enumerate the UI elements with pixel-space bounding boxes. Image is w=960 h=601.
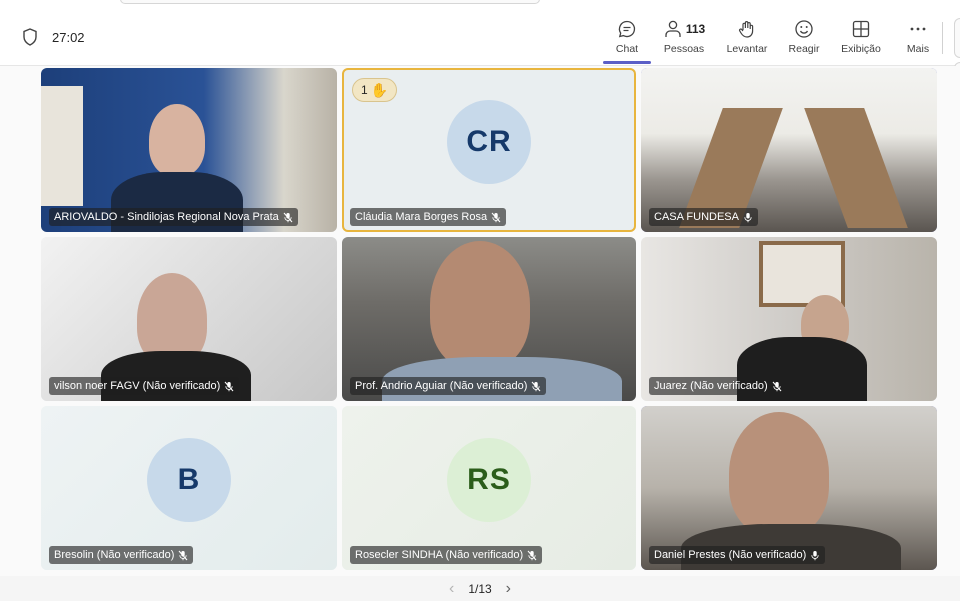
meeting-timer: 27:02 (22, 28, 85, 46)
people-icon (665, 20, 681, 37)
participant-name-badge: CASA FUNDESA (649, 208, 758, 226)
react-button[interactable]: Reagir (780, 12, 828, 60)
participant-name-badge: ARIOVALDO - Sindilojas Regional Nova Pra… (49, 208, 298, 226)
participant-tile[interactable]: 1 ✋ CR Cláudia Mara Borges Rosa (342, 68, 636, 232)
smiley-icon (795, 20, 813, 38)
mic-muted-icon (224, 381, 234, 391)
door-shape (41, 86, 83, 206)
next-page-button[interactable]: › (506, 580, 511, 598)
mic-on-icon (811, 550, 819, 560)
page-indicator: 1/13 (468, 581, 492, 596)
participant-tile[interactable]: B Bresolin (Não verificado) (41, 406, 337, 570)
people-count: 113 (685, 22, 706, 36)
participant-name: Daniel Prestes (Não verificado) (654, 549, 807, 561)
raise-hand-label: Levantar (726, 43, 768, 55)
window-tab-stub (120, 0, 540, 4)
participant-tile[interactable]: CASA FUNDESA (641, 68, 937, 232)
participant-name: Juarez (Não verificado) (654, 380, 768, 392)
participant-tile[interactable]: Prof. Andrio Aguiar (Não verificado) (342, 237, 636, 401)
more-label: Mais (906, 43, 930, 55)
participant-tile[interactable]: vilson noer FAGV (Não verificado) (41, 237, 337, 401)
more-button[interactable]: Mais (894, 12, 942, 60)
participant-tile[interactable]: Juarez (Não verificado) (641, 237, 937, 401)
participant-tile[interactable]: ARIOVALDO - Sindilojas Regional Nova Pra… (41, 68, 337, 232)
top-strip (0, 0, 960, 8)
shield-icon (23, 28, 37, 46)
raise-hand-icon (739, 21, 754, 38)
toolbar-divider (942, 22, 943, 54)
participant-tile[interactable]: Daniel Prestes (Não verificado) (641, 406, 937, 570)
side-control-stub[interactable] (954, 18, 960, 58)
participant-name-badge: vilson noer FAGV (Não verificado) (49, 377, 240, 395)
wall-logo (191, 106, 281, 128)
timer-text: 27:02 (52, 29, 85, 45)
prev-page-button[interactable]: ‹ (449, 580, 454, 598)
participant-name: vilson noer FAGV (Não verificado) (54, 380, 221, 392)
mic-muted-icon (532, 381, 541, 391)
mic-muted-icon (283, 212, 293, 222)
mic-muted-icon (491, 212, 501, 222)
mic-on-icon (744, 212, 752, 222)
participant-name-badge: Prof. Andrio Aguiar (Não verificado) (350, 377, 547, 395)
participant-name: Rosecler SINDHA (Não verificado) (355, 549, 524, 561)
raised-hand-icon: ✋ (370, 81, 389, 98)
participant-name: Prof. Andrio Aguiar (Não verificado) (355, 380, 528, 392)
raised-hand-badge: 1 ✋ (352, 78, 398, 102)
participant-name-badge: Bresolin (Não verificado) (49, 546, 194, 564)
person-head (729, 412, 829, 536)
meeting-toolbar: 27:02 Chat 113 Pessoas Levantar Reagir E… (0, 8, 960, 66)
participant-avatar: CR (447, 99, 531, 184)
chat-icon (618, 20, 636, 38)
participant-name: Cláudia Mara Borges Rosa (355, 211, 488, 223)
participant-name-badge: Juarez (Não verificado) (649, 377, 787, 395)
participant-avatar: B (147, 437, 231, 522)
view-label: Exibição (841, 43, 881, 55)
participant-name: ARIOVALDO - Sindilojas Regional Nova Pra… (54, 211, 279, 223)
people-button[interactable]: 113 Pessoas (654, 12, 714, 60)
view-button[interactable]: Exibição (831, 12, 891, 60)
participant-name-badge: Cláudia Mara Borges Rosa (350, 208, 507, 226)
more-icon (910, 27, 926, 31)
mic-muted-icon (772, 381, 782, 391)
raise-hand-button[interactable]: Levantar (717, 12, 777, 60)
raised-hand-order: 1 (361, 83, 368, 97)
gallery-pager: ‹ 1/13 › (0, 576, 960, 601)
person-head (430, 241, 530, 369)
person-head (149, 104, 205, 176)
people-label: Pessoas (663, 43, 705, 55)
participant-name-badge: Rosecler SINDHA (Não verificado) (350, 546, 543, 564)
toolbar-actions: Chat 113 Pessoas Levantar Reagir Exibiçã… (600, 12, 942, 64)
participant-tile[interactable]: RS Rosecler SINDHA (Não verificado) (342, 406, 636, 570)
participant-avatar: RS (447, 437, 531, 522)
participant-name: Bresolin (Não verificado) (54, 549, 175, 561)
react-label: Reagir (788, 43, 820, 55)
mic-muted-icon (179, 550, 188, 560)
chat-button[interactable]: Chat (603, 12, 651, 64)
video-gallery: ARIOVALDO - Sindilojas Regional Nova Pra… (0, 66, 960, 576)
mic-muted-icon (527, 550, 537, 560)
layout-grid-icon (852, 20, 870, 38)
participant-name-badge: Daniel Prestes (Não verificado) (649, 546, 826, 564)
participant-name: CASA FUNDESA (654, 211, 739, 223)
chat-label: Chat (615, 43, 639, 55)
